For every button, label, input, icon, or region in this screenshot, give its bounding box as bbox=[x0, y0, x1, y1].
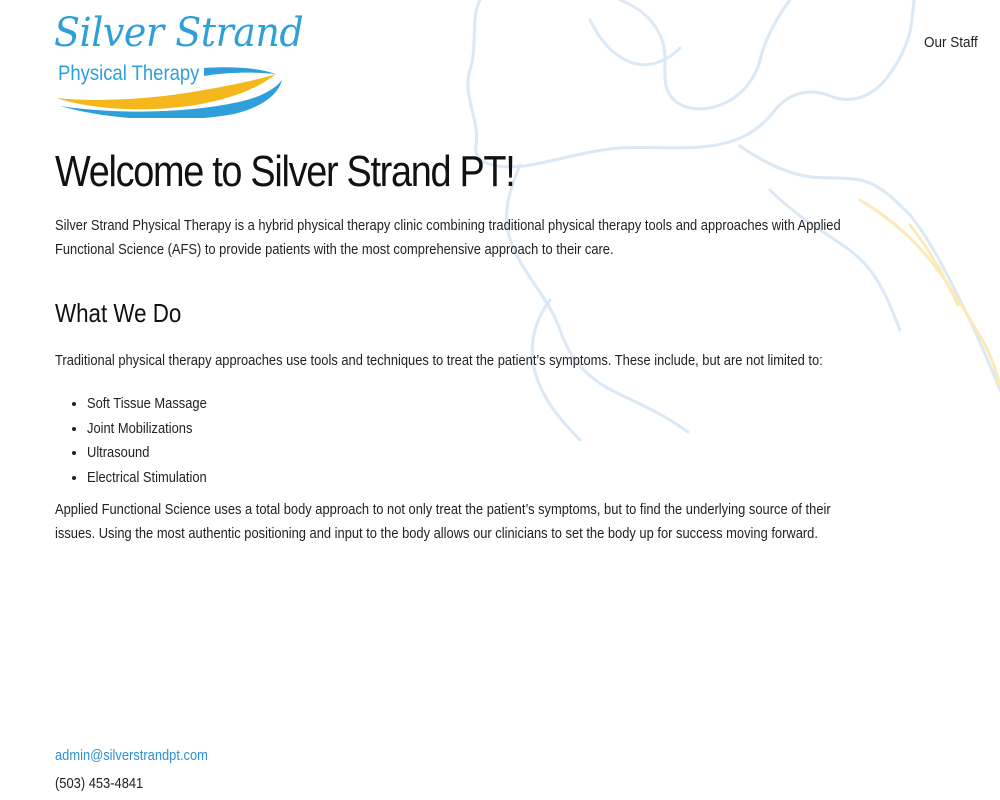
logo-title: Silver Strand bbox=[54, 10, 304, 56]
footer-phone: (503) 453-4841 bbox=[55, 775, 144, 792]
section-heading-what-we-do: What We Do bbox=[55, 298, 182, 328]
list-item: Joint Mobilizations bbox=[87, 417, 875, 442]
list-item-text: Ultrasound bbox=[87, 444, 150, 461]
intro-paragraph: Silver Strand Physical Therapy is a hybr… bbox=[55, 214, 875, 262]
list-item-text: Joint Mobilizations bbox=[87, 419, 193, 437]
traditional-paragraph: Traditional physical therapy approaches … bbox=[55, 349, 875, 373]
footer-email-link[interactable]: admin@silverstrandpt.com bbox=[55, 744, 208, 768]
list-item: Soft Tissue Massage bbox=[87, 392, 875, 417]
page-title: Welcome to Silver Strand PT! bbox=[55, 147, 516, 196]
logo-subtitle: Physical Therapy bbox=[58, 62, 200, 85]
main-content: Welcome to Silver Strand PT! Silver Stra… bbox=[55, 140, 875, 546]
techniques-list: Soft Tissue Massage Joint Mobilizations … bbox=[55, 392, 875, 490]
footer: admin@silverstrandpt.com (503) 453-4841 bbox=[55, 744, 233, 796]
list-item-text: Electrical Stimulation bbox=[87, 468, 207, 486]
top-nav: Our Staff bbox=[918, 34, 978, 52]
list-item: Ultrasound bbox=[87, 441, 875, 466]
list-item: Electrical Stimulation bbox=[87, 466, 875, 491]
traditional-text: Traditional physical therapy approaches … bbox=[55, 352, 823, 369]
afs-text: Applied Functional Science uses a total … bbox=[55, 501, 831, 542]
afs-paragraph: Applied Functional Science uses a total … bbox=[55, 498, 875, 546]
intro-text: Silver Strand Physical Therapy is a hybr… bbox=[55, 217, 841, 258]
nav-link-our-staff[interactable]: Our Staff bbox=[924, 34, 978, 51]
list-item-text: Soft Tissue Massage bbox=[87, 395, 207, 412]
logo[interactable]: Silver Strand Physical Therapy bbox=[54, 8, 304, 118]
